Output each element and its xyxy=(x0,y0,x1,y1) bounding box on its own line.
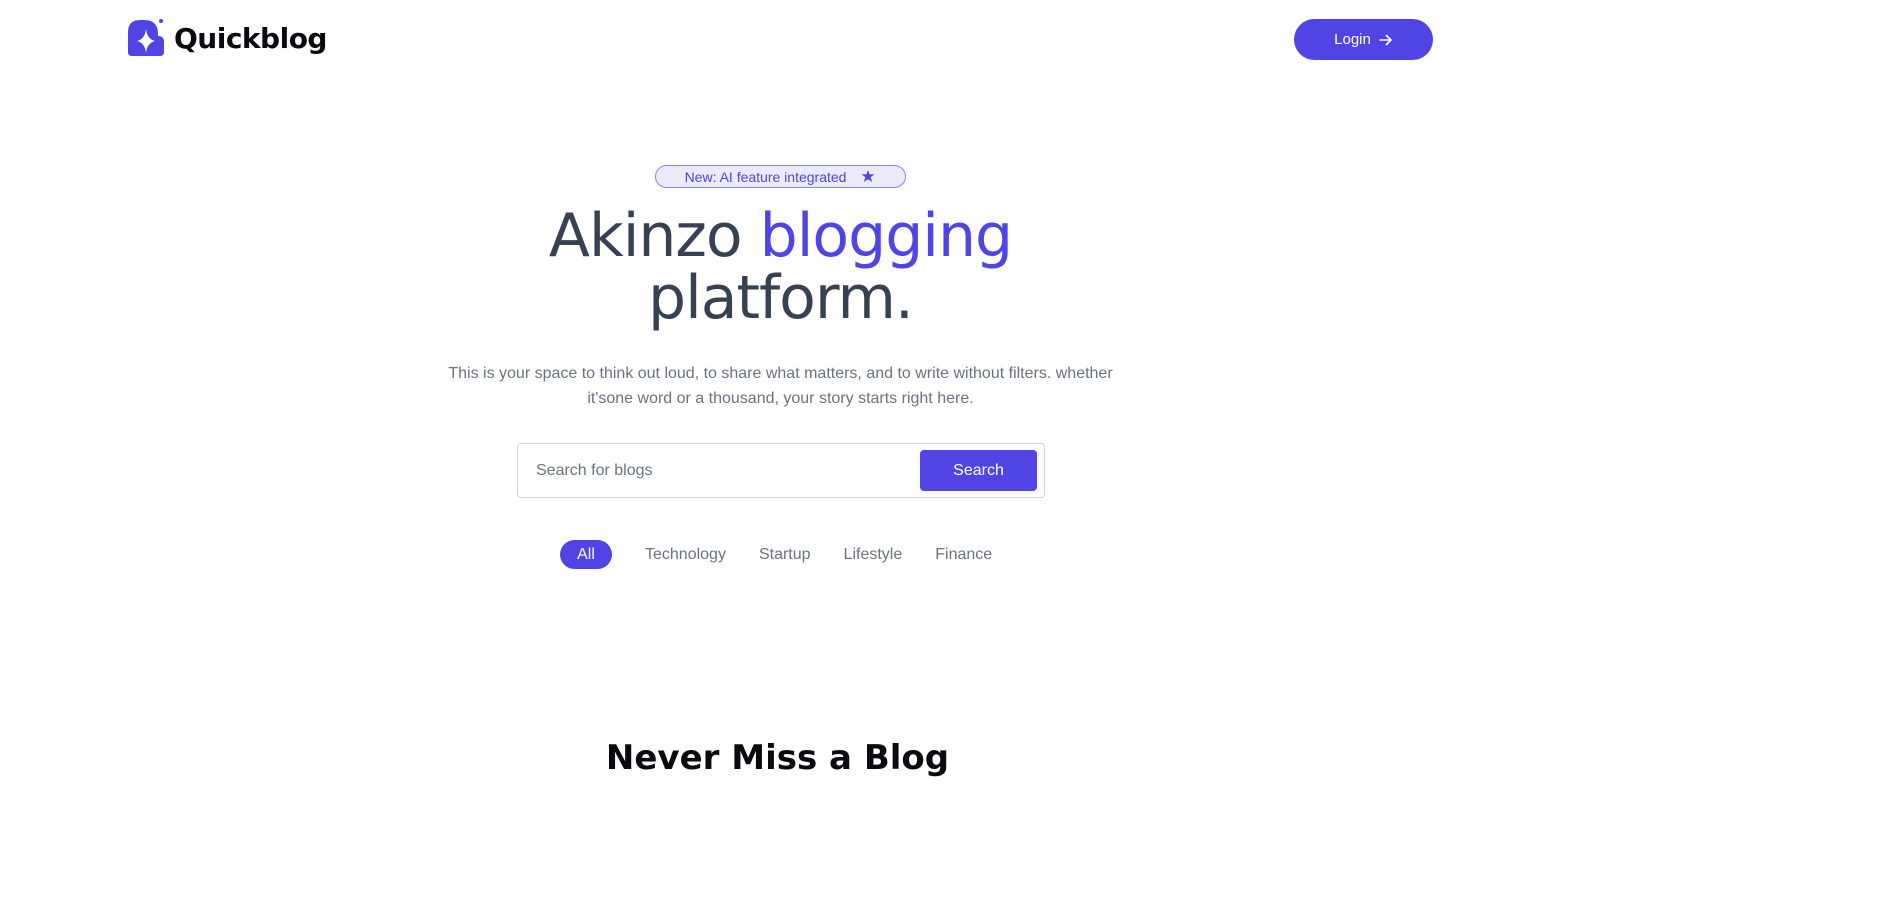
logo-text: Quickblog xyxy=(174,21,327,55)
hero-title: Akinzo blogging platform. xyxy=(0,205,1561,329)
search-form: Search xyxy=(517,443,1045,498)
feature-badge: New: AI feature integrated xyxy=(655,165,906,188)
logo-link[interactable]: Quickblog xyxy=(128,18,327,58)
page: Quickblog Login New: AI feature integrat… xyxy=(0,0,1568,916)
login-button[interactable]: Login xyxy=(1294,19,1433,60)
search-button[interactable]: Search xyxy=(920,450,1037,491)
newsletter-heading: Never Miss a Blog xyxy=(605,738,950,778)
hero-title-part2: platform. xyxy=(647,263,914,333)
feature-badge-text: New: AI feature integrated xyxy=(684,168,847,185)
logo-sparkle-icon xyxy=(128,19,164,56)
category-finance[interactable]: Finance xyxy=(935,546,992,564)
login-button-label: Login xyxy=(1334,31,1371,48)
hero-title-accent: blogging xyxy=(759,201,1013,271)
category-all[interactable]: All xyxy=(560,540,612,569)
search-input[interactable] xyxy=(534,460,920,481)
star-icon xyxy=(861,169,875,182)
category-technology[interactable]: Technology xyxy=(645,546,726,564)
hero-subtitle: This is your space to think out loud, to… xyxy=(448,365,1113,407)
category-startup[interactable]: Startup xyxy=(759,546,811,564)
arrow-right-icon xyxy=(1379,34,1392,45)
category-lifestyle[interactable]: Lifestyle xyxy=(844,546,903,564)
hero-title-part1: Akinzo xyxy=(548,201,760,271)
category-filter: All Technology Startup Lifestyle Finance xyxy=(560,540,992,569)
